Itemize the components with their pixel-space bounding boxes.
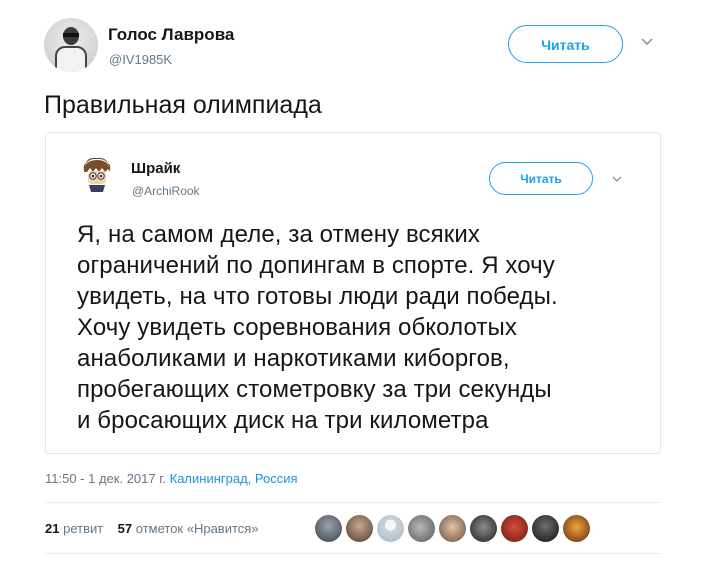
quoted-author-handle[interactable]: @ArchiRook: [132, 184, 200, 198]
liker-avatar[interactable]: [439, 515, 466, 542]
avatar-figure-glasses: [63, 33, 79, 37]
follow-button[interactable]: Читать: [508, 25, 623, 63]
divider: [45, 502, 661, 503]
quoted-author-name[interactable]: Шрайк: [131, 160, 180, 177]
liker-avatar[interactable]: [501, 515, 528, 542]
chevron-down-icon[interactable]: [641, 34, 653, 49]
likes-label[interactable]: отметок «Нравится»: [136, 521, 259, 536]
liker-avatar[interactable]: [315, 515, 342, 542]
liker-avatar[interactable]: [408, 515, 435, 542]
likes-count[interactable]: 57: [118, 521, 132, 536]
tweet-timestamp[interactable]: 11:50 - 1 дек. 2017 г.: [45, 471, 166, 486]
tweet-stats: 21 ретвит 57 отметок «Нравится»: [45, 521, 259, 536]
liker-avatar[interactable]: [563, 515, 590, 542]
liker-avatar[interactable]: [532, 515, 559, 542]
tweet-metadata: 11:50 - 1 дек. 2017 г. Калининград, Росс…: [45, 471, 298, 486]
retweets-label[interactable]: ретвит: [63, 521, 103, 536]
avatar-figure-body: [55, 46, 87, 72]
liker-avatar[interactable]: [377, 515, 404, 542]
author-handle[interactable]: @IV1985K: [109, 52, 172, 67]
quoted-author-avatar[interactable]: [78, 155, 116, 193]
tweet-text: Правильная олимпиада: [44, 91, 322, 119]
chevron-down-icon[interactable]: [612, 174, 622, 186]
divider: [45, 553, 661, 554]
quoted-tweet-text: Я, на самом деле, за отмену всяких огран…: [77, 221, 558, 434]
tweet-location[interactable]: Калининград, Россия: [170, 471, 298, 486]
author-avatar[interactable]: [44, 18, 98, 72]
quoted-follow-button[interactable]: Читать: [489, 162, 593, 195]
author-name[interactable]: Голос Лаврова: [108, 25, 234, 45]
retweets-count[interactable]: 21: [45, 521, 59, 536]
liker-avatar[interactable]: [470, 515, 497, 542]
liker-avatar[interactable]: [346, 515, 373, 542]
